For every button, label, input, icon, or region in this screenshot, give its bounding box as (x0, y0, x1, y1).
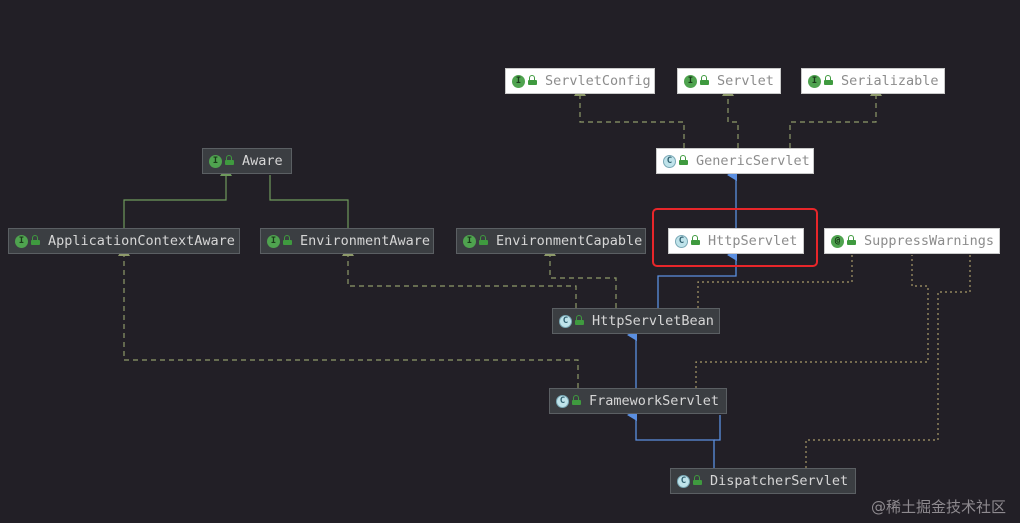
class-icon: C (677, 474, 690, 488)
node-label: EnvironmentCapable (496, 233, 643, 249)
edge-dispatcherservlet-frameworkservlet (627, 409, 715, 468)
node-label: ApplicationContextAware (48, 233, 235, 249)
node-label: GenericServlet (696, 153, 810, 169)
public-lock-icon (31, 235, 40, 245)
public-lock-icon (575, 315, 584, 325)
node-applicationcontextaware[interactable]: I ApplicationContextAware (8, 228, 240, 254)
class-icon: C (556, 394, 569, 408)
node-httpservletbean[interactable]: C HttpServletBean (552, 308, 720, 334)
interface-icon: I (209, 154, 222, 168)
node-environmentaware[interactable]: I EnvironmentAware (260, 228, 434, 254)
node-frameworkservlet[interactable]: C FrameworkServlet (549, 388, 727, 414)
interface-icon: I (267, 234, 280, 248)
edge-genericservlet-servlet (722, 86, 739, 148)
class-icon: C (663, 154, 676, 168)
node-aware[interactable]: I Aware (202, 148, 292, 174)
node-serializable[interactable]: I Serializable (801, 68, 945, 94)
node-label: HttpServletBean (592, 313, 714, 329)
node-label: ServletConfig (545, 73, 651, 89)
node-dispatcherservlet[interactable]: C DispatcherServlet (670, 468, 856, 494)
node-label: DispatcherServlet (710, 473, 849, 489)
public-lock-icon (572, 395, 581, 405)
node-label: Aware (242, 153, 283, 169)
edge-httpservletbean-environmentcapable (544, 246, 617, 308)
public-lock-icon (479, 235, 488, 245)
public-lock-icon (700, 75, 709, 85)
public-lock-icon (824, 75, 833, 85)
edge-genericservlet-servletconfig (574, 86, 685, 148)
public-lock-icon (847, 235, 856, 245)
node-label: FrameworkServlet (589, 393, 720, 409)
class-icon: C (559, 314, 572, 328)
edge-dispatcherservlet-frameworkservlet-stub (714, 415, 721, 441)
highlight-box (652, 208, 818, 267)
public-lock-icon (693, 475, 702, 485)
edge-httpservletbean-environmentaware (342, 246, 577, 308)
node-label: Servlet (717, 73, 774, 89)
public-lock-icon (283, 235, 292, 245)
node-environmentcapable[interactable]: I EnvironmentCapable (456, 228, 646, 254)
node-label: EnvironmentAware (300, 233, 431, 249)
interface-icon: I (15, 234, 28, 248)
interface-icon: I (512, 74, 525, 88)
edge-environmentaware-aware (269, 175, 349, 228)
node-label: Serializable (841, 73, 939, 89)
interface-icon: I (808, 74, 821, 88)
edge-genericservlet-serializable (789, 86, 882, 148)
public-lock-icon (528, 75, 537, 85)
node-genericservlet[interactable]: C GenericServlet (656, 148, 814, 174)
annotation-icon: @ (831, 234, 844, 248)
node-servletconfig[interactable]: I ServletConfig (505, 68, 655, 94)
edge-applicationcontextaware-aware (123, 166, 232, 228)
edge-frameworkservlet-applicationcontextaware (118, 246, 579, 388)
edge-frameworkservlet-suppresswarnings (695, 255, 929, 388)
node-label: SuppressWarnings (864, 233, 995, 249)
watermark: @稀土掘金技术社区 (870, 498, 1006, 516)
public-lock-icon (679, 155, 688, 165)
node-suppresswarnings[interactable]: @ SuppressWarnings (824, 228, 1000, 254)
interface-icon: I (684, 74, 697, 88)
node-servlet[interactable]: I Servlet (677, 68, 781, 94)
interface-icon: I (463, 234, 476, 248)
public-lock-icon (225, 155, 234, 165)
